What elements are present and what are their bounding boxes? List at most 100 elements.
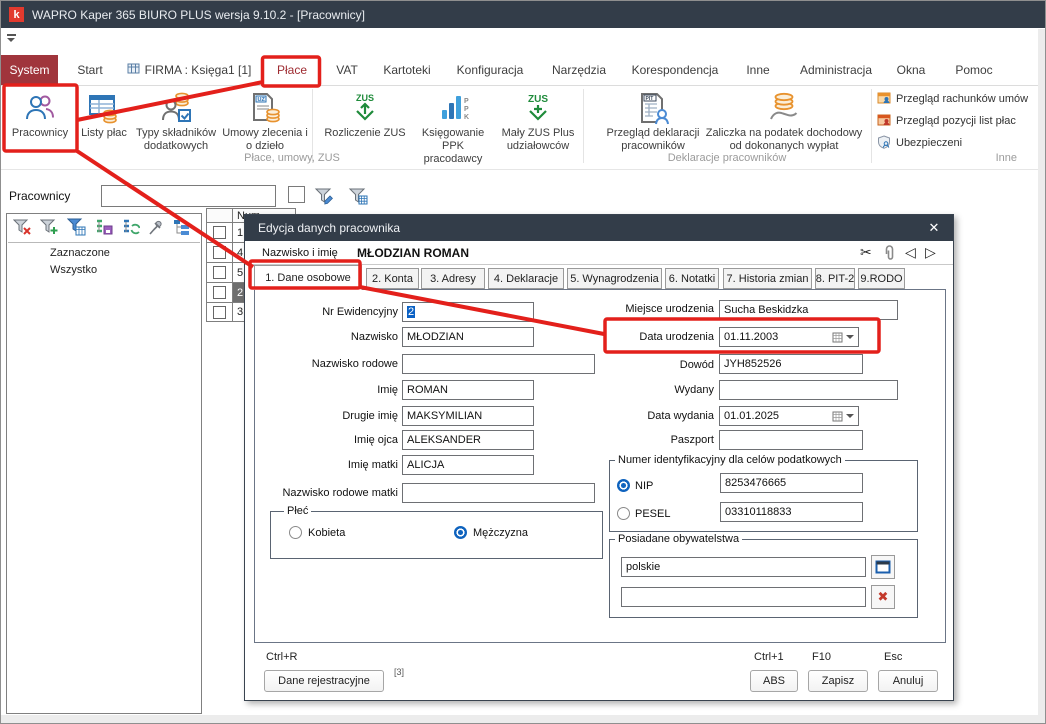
citizenship-legend: Posiadane obywatelstwa xyxy=(615,533,742,545)
nr-ewidencyjny-field[interactable]: 2 xyxy=(402,302,534,322)
edit-employee-dialog: Edycja danych pracownika ✕ Nazwisko i im… xyxy=(244,214,954,701)
tree-refresh-icon[interactable] xyxy=(121,218,140,241)
tab-place[interactable]: Płace xyxy=(265,55,319,85)
tab-firma[interactable]: FIRMA : Księga1 [1] xyxy=(123,55,255,85)
nazwisko-rodowe-field[interactable] xyxy=(402,354,595,374)
tab-rodo[interactable]: 9.RODO xyxy=(858,268,905,289)
window-title: WAPRO Kaper 365 BIURO PLUS wersja 9.10.2… xyxy=(32,8,365,22)
tab-inne[interactable]: Inne xyxy=(743,55,773,85)
wydany-field[interactable] xyxy=(719,380,898,400)
data-urodzenia-field[interactable]: 01.11.2003 xyxy=(719,327,859,347)
ribbon-item-ubezpieczeni[interactable]: Ubezpieczeni xyxy=(877,135,962,151)
filter-grid-icon[interactable] xyxy=(348,187,368,211)
field-label: Data urodzenia xyxy=(571,331,714,343)
delete-icon[interactable]: ✖ xyxy=(871,585,895,609)
tab-konfiguracja[interactable]: Konfiguracja xyxy=(449,55,531,85)
tree-list-icon[interactable] xyxy=(172,218,191,241)
tab-pit-2[interactable]: 8. PIT-2 xyxy=(815,268,855,289)
paszport-field[interactable] xyxy=(719,430,863,450)
nazwisko-rodowe-matki-field[interactable] xyxy=(402,483,595,503)
ribbon-item-przeglad-pozycji[interactable]: Przegląd pozycji list płac xyxy=(877,113,1016,129)
search-input[interactable] xyxy=(101,185,276,207)
calendar-icon[interactable] xyxy=(832,332,854,343)
tab-adresy[interactable]: 3. Adresy xyxy=(421,268,485,289)
ribbon-button-listy-plac[interactable]: Listy płac xyxy=(77,87,131,140)
tab-start[interactable]: Start xyxy=(65,55,115,85)
field-label: Imię matki xyxy=(255,459,398,471)
row-checkbox-cell[interactable] xyxy=(206,302,232,322)
tree-save-icon[interactable] xyxy=(94,218,113,241)
citizenship-field-1[interactable]: polskie xyxy=(621,557,866,577)
tab-system[interactable]: System xyxy=(1,55,58,85)
ribbon-item-przeglad-rachunkow[interactable]: Przegląd rachunków umów xyxy=(877,91,1028,107)
field-label: Paszport xyxy=(571,434,714,446)
tab-administracja[interactable]: Administracja xyxy=(795,55,877,85)
anuluj-button[interactable]: Anuluj xyxy=(878,670,938,692)
ribbon-button-rozliczenie-zus[interactable]: ZUS Rozliczenie ZUS xyxy=(317,87,413,140)
citizenship-field-2[interactable] xyxy=(621,587,866,607)
tab-narzedzia[interactable]: Narzędzia xyxy=(549,55,609,85)
pesel-field[interactable]: 03310118833 xyxy=(720,502,863,522)
next-record-icon[interactable]: ▷ xyxy=(925,244,936,261)
row-checkbox-cell[interactable] xyxy=(206,222,232,242)
row-checkbox-cell[interactable] xyxy=(206,242,232,262)
paperclip-icon[interactable] xyxy=(883,245,896,264)
data-wydania-field[interactable]: 01.01.2025 xyxy=(719,406,859,426)
tab-korespondencja[interactable]: Korespondencja xyxy=(627,55,723,85)
clear-filter-icon[interactable] xyxy=(13,218,32,241)
miejsce-urodzenia-field[interactable]: Sucha Beskidzka xyxy=(719,300,898,320)
add-filter-icon[interactable] xyxy=(40,218,59,241)
browse-window-icon[interactable] xyxy=(871,555,895,579)
calendar-icon[interactable] xyxy=(832,411,854,422)
tree-item-wszystko[interactable]: Wszystko xyxy=(50,264,97,276)
kobieta-radio[interactable] xyxy=(289,526,302,539)
tab-historia-zmian[interactable]: 7. Historia zmian xyxy=(723,268,812,289)
dowod-field[interactable]: JYH852526 xyxy=(719,354,863,374)
imie-field[interactable]: ROMAN xyxy=(402,380,534,400)
dialog-title-bar: Edycja danych pracownika xyxy=(245,215,953,241)
imie-ojca-field[interactable]: ALEKSANDER xyxy=(402,430,534,450)
imie-matki-field[interactable]: ALICJA xyxy=(402,455,534,475)
zapisz-button[interactable]: Zapisz xyxy=(808,670,868,692)
tab-kartoteki[interactable]: Kartoteki xyxy=(373,55,441,85)
tab-vat[interactable]: VAT xyxy=(327,55,367,85)
ribbon-button-zaliczka[interactable]: Zaliczka na podatek dochodowy od dokonan… xyxy=(701,87,867,153)
nip-field[interactable]: 8253476665 xyxy=(720,473,863,493)
ribbon-button-umowy[interactable]: UZ Umowy zlecenia i o dzieło xyxy=(221,87,309,153)
nazwisko-field[interactable]: MŁODZIAN xyxy=(402,327,534,347)
prev-record-icon[interactable]: ◁ xyxy=(905,244,916,261)
row-checkbox-cell[interactable] xyxy=(206,262,232,282)
tab-okna[interactable]: Okna xyxy=(893,55,929,85)
field-label: Wydany xyxy=(571,384,714,396)
filter-edit-icon[interactable] xyxy=(314,187,334,211)
row-checkbox-cell[interactable] xyxy=(206,282,232,302)
tab-wynagrodzenia[interactable]: 5. Wynagrodzenia xyxy=(567,268,662,289)
tree-item-zaznaczone[interactable]: Zaznaczone xyxy=(50,247,110,259)
nip-radio[interactable] xyxy=(617,479,630,492)
ribbon-button-pracownicy[interactable]: Pracownicy xyxy=(5,87,75,140)
field-label: Nazwisko rodowe xyxy=(255,358,398,370)
tab-konta[interactable]: 2. Konta xyxy=(366,268,419,289)
tab-notatki[interactable]: 6. Notatki xyxy=(665,268,719,289)
scissors-icon[interactable]: ✂ xyxy=(860,244,872,261)
tab-pomoc[interactable]: Pomoc xyxy=(951,55,997,85)
ribbon-button-maly-zus[interactable]: ZUS Mały ZUS Plus udziałowców xyxy=(495,87,581,153)
mezczyzna-radio[interactable] xyxy=(454,526,467,539)
filter-table-icon[interactable] xyxy=(67,218,86,241)
pin-icon[interactable] xyxy=(148,219,164,241)
group-label-inne: Inne xyxy=(871,152,1031,164)
abs-button[interactable]: ABS xyxy=(750,670,798,692)
quick-access-toolbar-icon[interactable] xyxy=(7,34,19,46)
employees-icon xyxy=(23,87,57,125)
pesel-radio[interactable] xyxy=(617,507,630,520)
dane-rejestracyjne-button[interactable]: Dane rejestracyjne xyxy=(264,670,384,692)
tab-deklaracje[interactable]: 4. Deklaracje xyxy=(488,268,564,289)
drugie-imie-field[interactable]: MAKSYMILIAN xyxy=(402,406,534,426)
select-all-checkbox[interactable] xyxy=(288,186,305,203)
ribbon-button-typy-skladnikow[interactable]: Typy składników dodatkowych xyxy=(133,87,219,153)
close-icon[interactable]: ✕ xyxy=(919,215,949,241)
field-label: Nr Ewidencyjny xyxy=(255,306,398,318)
tab-dane-osobowe[interactable]: 1. Dane osobowe xyxy=(254,265,362,290)
ribbon-button-przeglad-deklaracji[interactable]: PIT Przegląd deklaracji pracowników xyxy=(589,87,717,153)
window-person-red-icon xyxy=(877,113,892,130)
